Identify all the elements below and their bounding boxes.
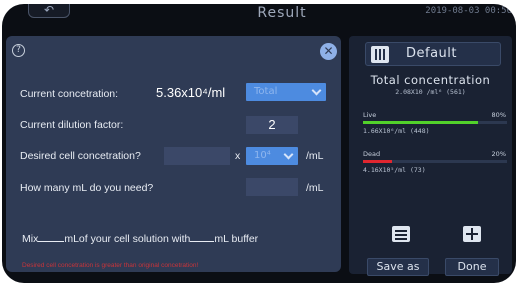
- live-value: 1.66X10⁶/ml (448): [363, 127, 430, 135]
- back-arrow-icon: ↶: [43, 4, 55, 17]
- live-bar: [363, 121, 507, 124]
- live-label: Live: [363, 111, 377, 119]
- dead-label: Dead: [363, 150, 381, 158]
- mix-buffer-volume-blank: [190, 233, 215, 242]
- mix-instructions: Mix mLof your cell solution with mL buffer: [22, 233, 258, 245]
- live-percent: 80%: [491, 111, 506, 119]
- device-screen: ↶ Result 2019-08-03 00:56 ? ✕ Current co…: [2, 4, 516, 283]
- dead-bar: [363, 160, 507, 163]
- chevron-down-icon: [283, 149, 294, 160]
- save-as-button[interactable]: Save as: [367, 258, 429, 276]
- help-icon[interactable]: ?: [12, 44, 25, 57]
- exponent-value: 10⁴: [254, 150, 271, 161]
- back-button[interactable]: ↶: [28, 4, 70, 18]
- result-side-panel: Default Total concentration 2.08X10 /ml⁶…: [349, 36, 512, 276]
- current-concentration-value: 5.36x10⁴/ml: [156, 85, 226, 100]
- desired-concentration-label: Desired cell concetration?: [20, 150, 141, 162]
- window-title: Result: [257, 5, 307, 21]
- preset-button[interactable]: Default: [365, 42, 501, 66]
- done-button[interactable]: Done: [445, 258, 499, 276]
- live-bar-fill: [363, 121, 479, 124]
- desired-concentration-input[interactable]: [164, 147, 230, 165]
- mix-text-2: mLof your cell solution with: [64, 233, 191, 245]
- sliders-icon: [371, 46, 389, 63]
- top-bar: ↶ Result 2019-08-03 00:56: [2, 4, 516, 26]
- total-concentration-title: Total concentration: [370, 73, 491, 87]
- multiply-sign: x: [235, 150, 241, 162]
- volume-unit: /mL: [306, 182, 324, 194]
- chevron-down-icon: [311, 85, 322, 96]
- concentration-type-select[interactable]: Total: [246, 83, 326, 101]
- mix-cell-volume-blank: [38, 233, 65, 242]
- desired-unit: /mL: [306, 150, 324, 162]
- concentration-type-value: Total: [254, 86, 278, 97]
- preset-label: Default: [406, 46, 457, 61]
- volume-input[interactable]: [246, 178, 298, 196]
- exponent-select[interactable]: 10⁴: [246, 147, 298, 165]
- dilution-factor-input[interactable]: 2: [246, 116, 298, 134]
- adjust-icon[interactable]: [392, 226, 410, 242]
- calculator-icon[interactable]: [463, 226, 481, 242]
- mix-text-1: Mix: [22, 233, 39, 245]
- volume-label: How many mL do you need?: [20, 182, 154, 194]
- dead-value: 4.16X10⁵/ml (73): [363, 166, 426, 174]
- dilution-dialog: ? ✕ Current concetration: 5.36x10⁴/ml To…: [6, 36, 341, 272]
- mix-text-3: mL buffer: [214, 233, 259, 245]
- warning-message: Desired cell concetration is greater tha…: [22, 262, 199, 269]
- total-concentration-value: 2.08X10 /ml⁶ (561): [395, 88, 466, 96]
- current-concentration-label: Current concetration:: [20, 88, 119, 100]
- dead-percent: 20%: [491, 150, 506, 158]
- close-icon[interactable]: ✕: [320, 43, 337, 60]
- datetime: 2019-08-03 00:56: [425, 6, 512, 16]
- dead-bar-fill: [363, 160, 392, 163]
- dilution-factor-label: Current dilution factor:: [20, 119, 124, 131]
